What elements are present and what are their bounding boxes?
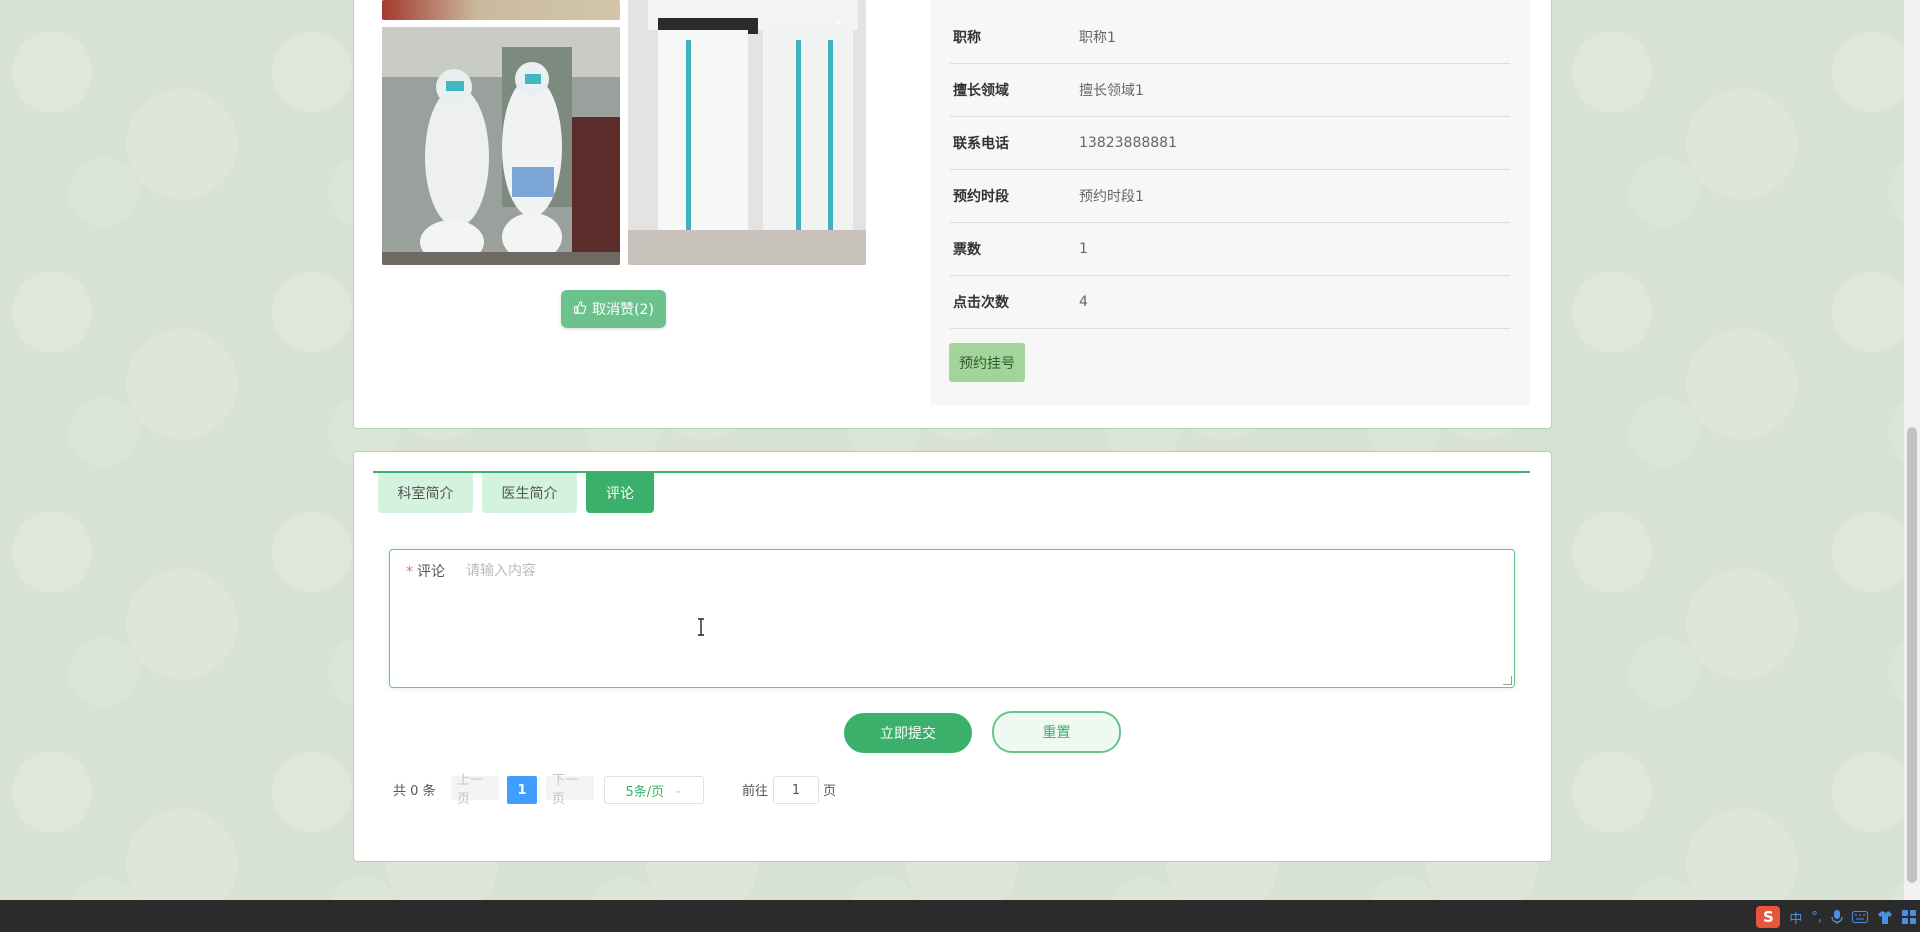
info-row-time-slot: 预约时段 预约时段1 [950,169,1510,223]
text-cursor-icon [698,618,704,636]
info-row-clicks: 点击次数 4 [950,275,1510,329]
ime-language-toggle[interactable]: 中 [1789,908,1802,927]
info-label: 票数 [953,241,981,258]
ime-punctuation-toggle[interactable]: °, [1811,910,1822,925]
page-size-select[interactable]: 5条/页 ⌄ [604,776,704,804]
carousel-image-1[interactable] [382,27,620,265]
goto-page-input[interactable]: 1 [773,776,819,804]
page-size-value: 5条/页 [625,784,665,800]
page-suffix-label: 页 [823,783,837,799]
comment-field-wrapper: * 评论 [389,549,1515,688]
book-appointment-button[interactable]: 预约挂号 [949,343,1025,382]
carousel-image-top-strip [382,0,620,20]
info-value: 1 [1079,240,1088,257]
ime-logo-icon[interactable]: S [1756,906,1781,928]
info-label: 预约时段 [953,188,1009,205]
comment-label-text: 评论 [417,564,445,580]
info-label: 联系电话 [953,135,1009,152]
pagination-next-button[interactable]: 下一页 [546,773,594,807]
shirt-icon[interactable] [1877,910,1893,924]
tab-doctor-intro[interactable]: 医生简介 [482,473,577,513]
carousel-image-2[interactable] [628,0,866,265]
info-row-phone: 联系电话 13823888881 [950,116,1510,170]
scrollbar-thumb[interactable] [1907,427,1917,883]
comment-label: * 评论 [406,561,445,581]
carousel-next-icon[interactable]: › [835,12,841,31]
reset-button[interactable]: 重置 [992,711,1121,753]
taskbar [0,900,1920,932]
info-label: 职称 [953,29,981,46]
pagination-page-1[interactable]: 1 [507,776,537,804]
info-value: 4 [1079,293,1088,310]
info-label: 点击次数 [953,294,1009,311]
tab-department-intro[interactable]: 科室简介 [378,473,473,513]
info-label: 擅长领域 [953,82,1009,99]
required-mark: * [406,564,413,580]
unlike-button-label: 取消赞(2) [592,302,654,318]
tab-comments[interactable]: 评论 [586,473,654,513]
goto-label: 前往 [742,783,769,799]
keyboard-icon[interactable] [1852,911,1868,923]
ime-tray: S 中 °, [1756,905,1920,929]
info-value: 擅长领域1 [1079,82,1144,99]
info-row-votes: 票数 1 [950,222,1510,276]
unlike-button[interactable]: 取消赞(2) [561,290,666,328]
info-value: 预约时段1 [1079,188,1144,205]
info-value: 13823888881 [1079,134,1177,151]
mic-icon[interactable] [1831,909,1843,925]
pagination-total: 共 0 条 [393,783,436,799]
grid-icon[interactable] [1902,910,1916,924]
chevron-down-icon: ⌄ [674,784,683,796]
comment-textarea[interactable] [466,556,1496,684]
thumbs-up-icon [573,300,587,318]
submit-button[interactable]: 立即提交 [844,713,972,753]
resize-grip-icon[interactable] [1503,676,1512,685]
pagination-prev-button[interactable]: 上一页 [451,773,499,807]
info-row-specialty: 擅长领域 擅长领域1 [950,63,1510,117]
info-row-title: 职称 职称1 [950,10,1510,64]
info-value: 职称1 [1079,29,1116,46]
